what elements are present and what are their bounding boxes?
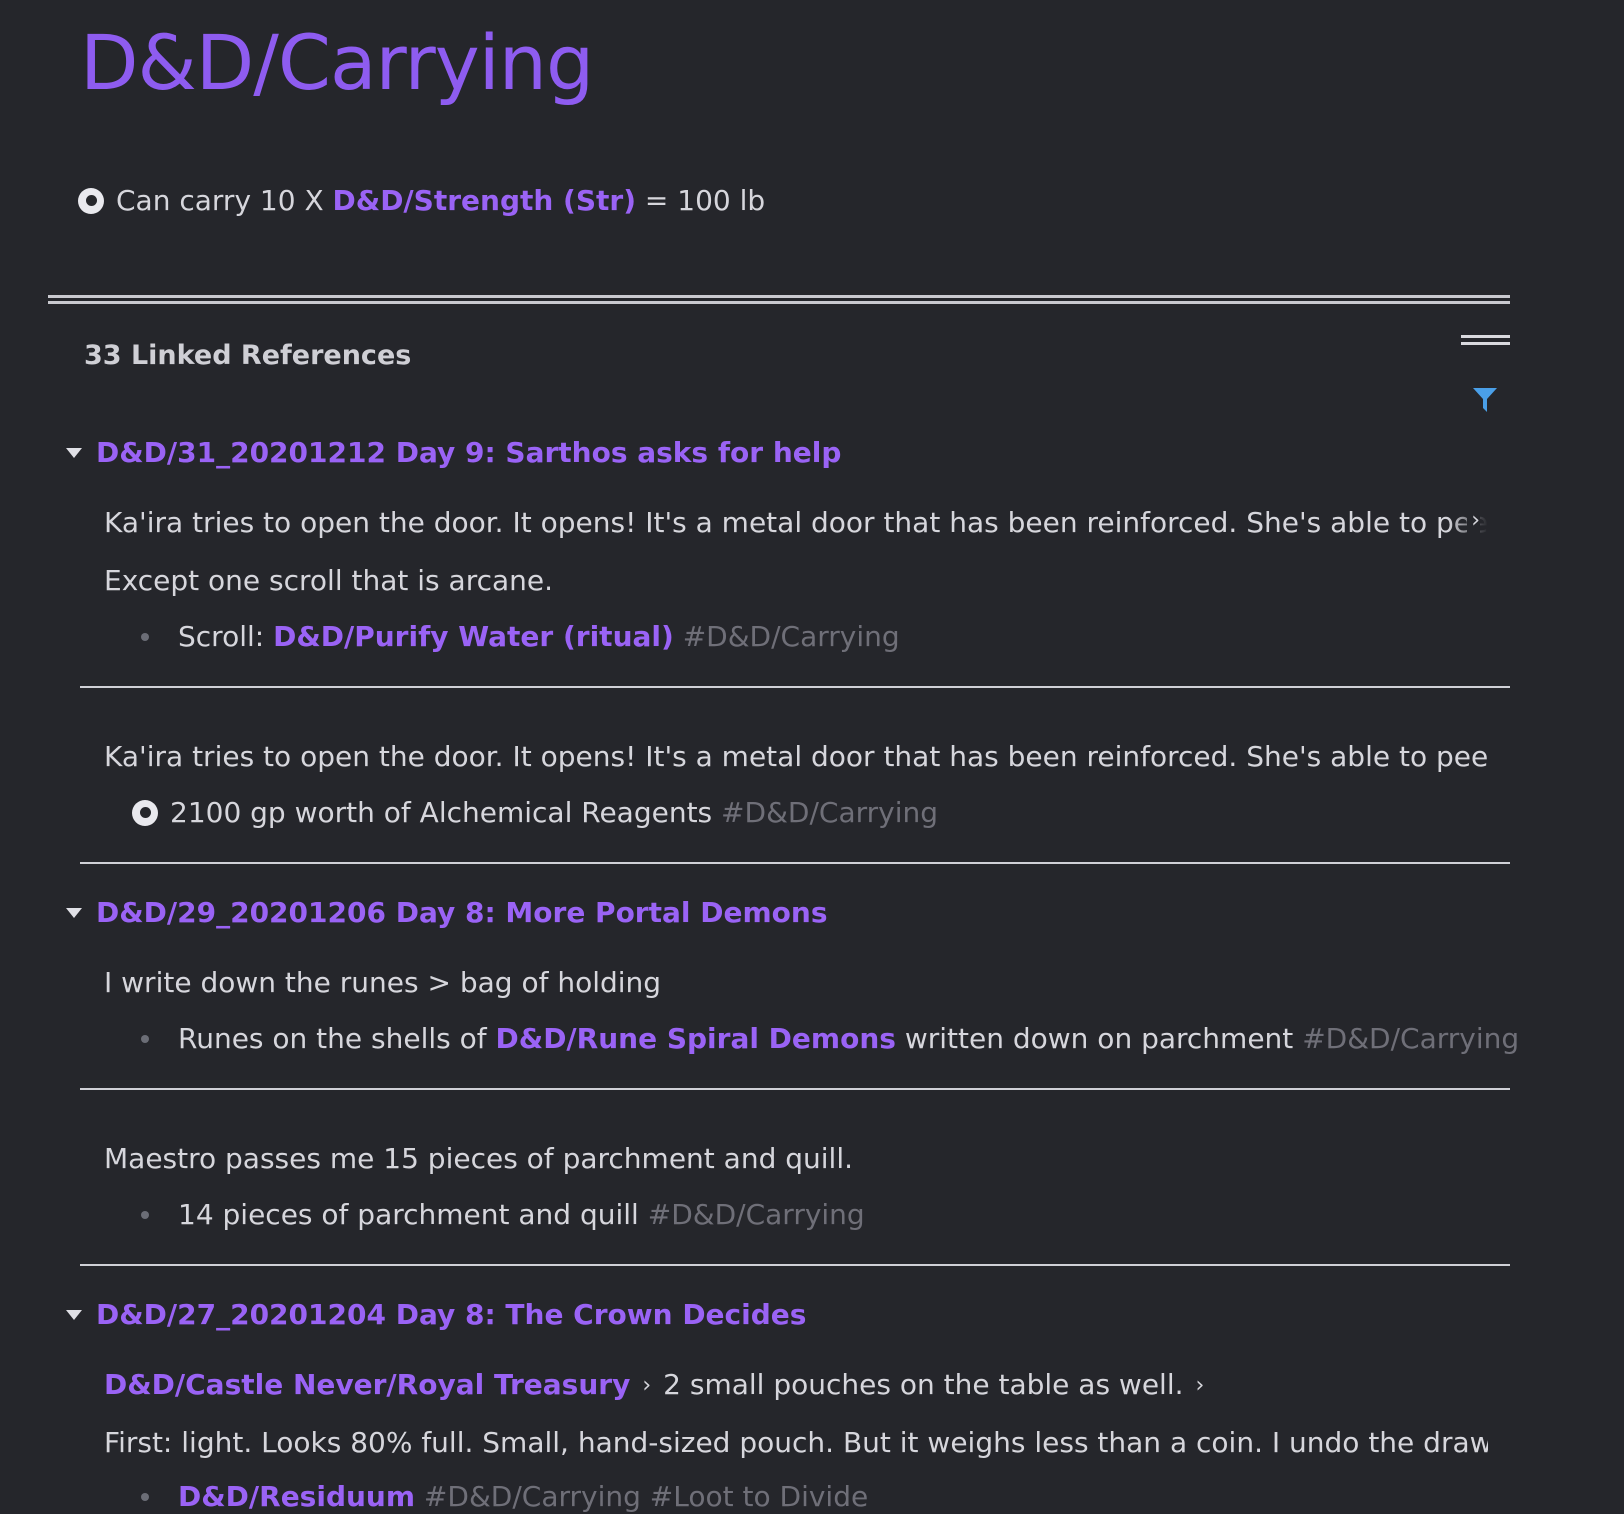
bullet-icon[interactable] [141, 1492, 149, 1501]
tag-link[interactable]: #D&D/Carrying [1293, 1022, 1519, 1055]
block-text: 14 pieces of parchment and quill [178, 1198, 639, 1231]
page-link[interactable]: D&D/Residuum [178, 1480, 415, 1513]
child-block[interactable]: D&D/Residuum #D&D/Carrying #Loot to Divi… [140, 1480, 868, 1513]
tag-link[interactable]: #D&D/Carrying [639, 1198, 865, 1231]
bullet-icon[interactable] [141, 1210, 149, 1219]
divider [48, 295, 1510, 298]
block-text: written down on parchment [895, 1022, 1294, 1055]
breadcrumb-link[interactable]: D&D/Castle Never/Royal Treasury [104, 1368, 630, 1401]
caret-down-icon[interactable] [66, 447, 82, 458]
block-text: First: light. Looks 80% full. Small, han… [104, 1426, 1488, 1459]
reference-group-header[interactable]: D&D/31_20201212 Day 9: Sarthos asks for … [66, 436, 841, 469]
child-block[interactable]: 2100 gp worth of Alchemical Reagents #D&… [132, 796, 938, 829]
divider [80, 862, 1510, 864]
reference-block[interactable]: First: light. Looks 80% full. Small, han… [104, 1426, 1488, 1459]
block-text: Can carry 10 X [116, 184, 333, 217]
page-link[interactable]: D&D/Strength (Str) [333, 184, 636, 217]
page-link[interactable]: D&D/Rune Spiral Demons [496, 1022, 896, 1055]
reference-page-link[interactable]: D&D/31_20201212 Day 9: Sarthos asks for … [96, 436, 841, 469]
bullet-icon[interactable] [141, 1034, 149, 1043]
caret-down-icon[interactable] [66, 907, 82, 918]
divider [80, 1088, 1510, 1090]
bullet-icon[interactable] [141, 632, 149, 641]
main-block[interactable]: Can carry 10 X D&D/Strength (Str) = 100 … [78, 184, 765, 217]
block-text: Runes on the shells of [178, 1022, 496, 1055]
block-text: Ka'ira tries to open the door. It opens!… [104, 740, 1488, 773]
chevron-right-icon: › [642, 1373, 652, 1398]
linked-references-title[interactable]: 33 Linked References [84, 340, 411, 371]
page-title[interactable]: D&D/Carrying [80, 18, 594, 107]
tag-link[interactable]: #D&D/Carrying #Loot to Divide [415, 1480, 868, 1513]
block-text: Maestro passes me 15 pieces of parchment… [104, 1142, 853, 1175]
block-text: = 100 lb [636, 184, 766, 217]
child-block[interactable]: Scroll: D&D/Purify Water (ritual) #D&D/C… [140, 620, 900, 653]
page-root: D&D/Carrying Can carry 10 X D&D/Strength… [0, 0, 1624, 1514]
divider [48, 301, 1510, 304]
todo-bullet-icon[interactable] [78, 187, 104, 214]
page-link[interactable]: D&D/Purify Water (ritual) [273, 620, 674, 653]
breadcrumb-item[interactable]: 2 small pouches on the table as well. [663, 1368, 1183, 1401]
todo-bullet-icon[interactable] [132, 799, 158, 826]
caret-down-icon[interactable] [66, 1309, 82, 1320]
reference-block[interactable]: Ka'ira tries to open the door. It opens!… [104, 740, 1488, 773]
expand-chevron-icon[interactable]: › [1467, 508, 1480, 533]
child-block[interactable]: 14 pieces of parchment and quill #D&D/Ca… [140, 1198, 865, 1231]
block-text: Scroll: [178, 620, 274, 653]
filter-icon[interactable] [1472, 386, 1498, 414]
reference-block[interactable]: Ka'ira tries to open the door. It opens!… [104, 506, 1488, 539]
block-text: Ka'ira tries to open the door. It opens!… [104, 506, 1488, 539]
divider [80, 1264, 1510, 1266]
reference-block[interactable]: I write down the runes > bag of holding [104, 966, 1488, 999]
reference-group-header[interactable]: D&D/27_20201204 Day 8: The Crown Decides [66, 1298, 806, 1331]
block-text: 2100 gp worth of Alchemical Reagents [170, 796, 713, 829]
reference-block[interactable]: Except one scroll that is arcane. [104, 564, 1488, 597]
menu-icon[interactable] [1461, 335, 1510, 347]
breadcrumb[interactable]: D&D/Castle Never/Royal Treasury › 2 small … [104, 1368, 1488, 1401]
divider [80, 686, 1510, 688]
chevron-right-icon: › [1195, 1373, 1205, 1398]
reference-block[interactable]: Maestro passes me 15 pieces of parchment… [104, 1142, 1488, 1175]
reference-group-header[interactable]: D&D/29_20201206 Day 8: More Portal Demon… [66, 896, 828, 929]
block-text: I write down the runes > bag of holding [104, 966, 662, 999]
block-text: Except one scroll that is arcane. [104, 564, 554, 597]
reference-page-link[interactable]: D&D/27_20201204 Day 8: The Crown Decides [96, 1298, 806, 1331]
tag-link[interactable]: #D&D/Carrying [712, 796, 938, 829]
reference-page-link[interactable]: D&D/29_20201206 Day 8: More Portal Demon… [96, 896, 828, 929]
child-block[interactable]: Runes on the shells of D&D/Rune Spiral D… [140, 1022, 1519, 1055]
tag-link[interactable]: #D&D/Carrying [674, 620, 900, 653]
